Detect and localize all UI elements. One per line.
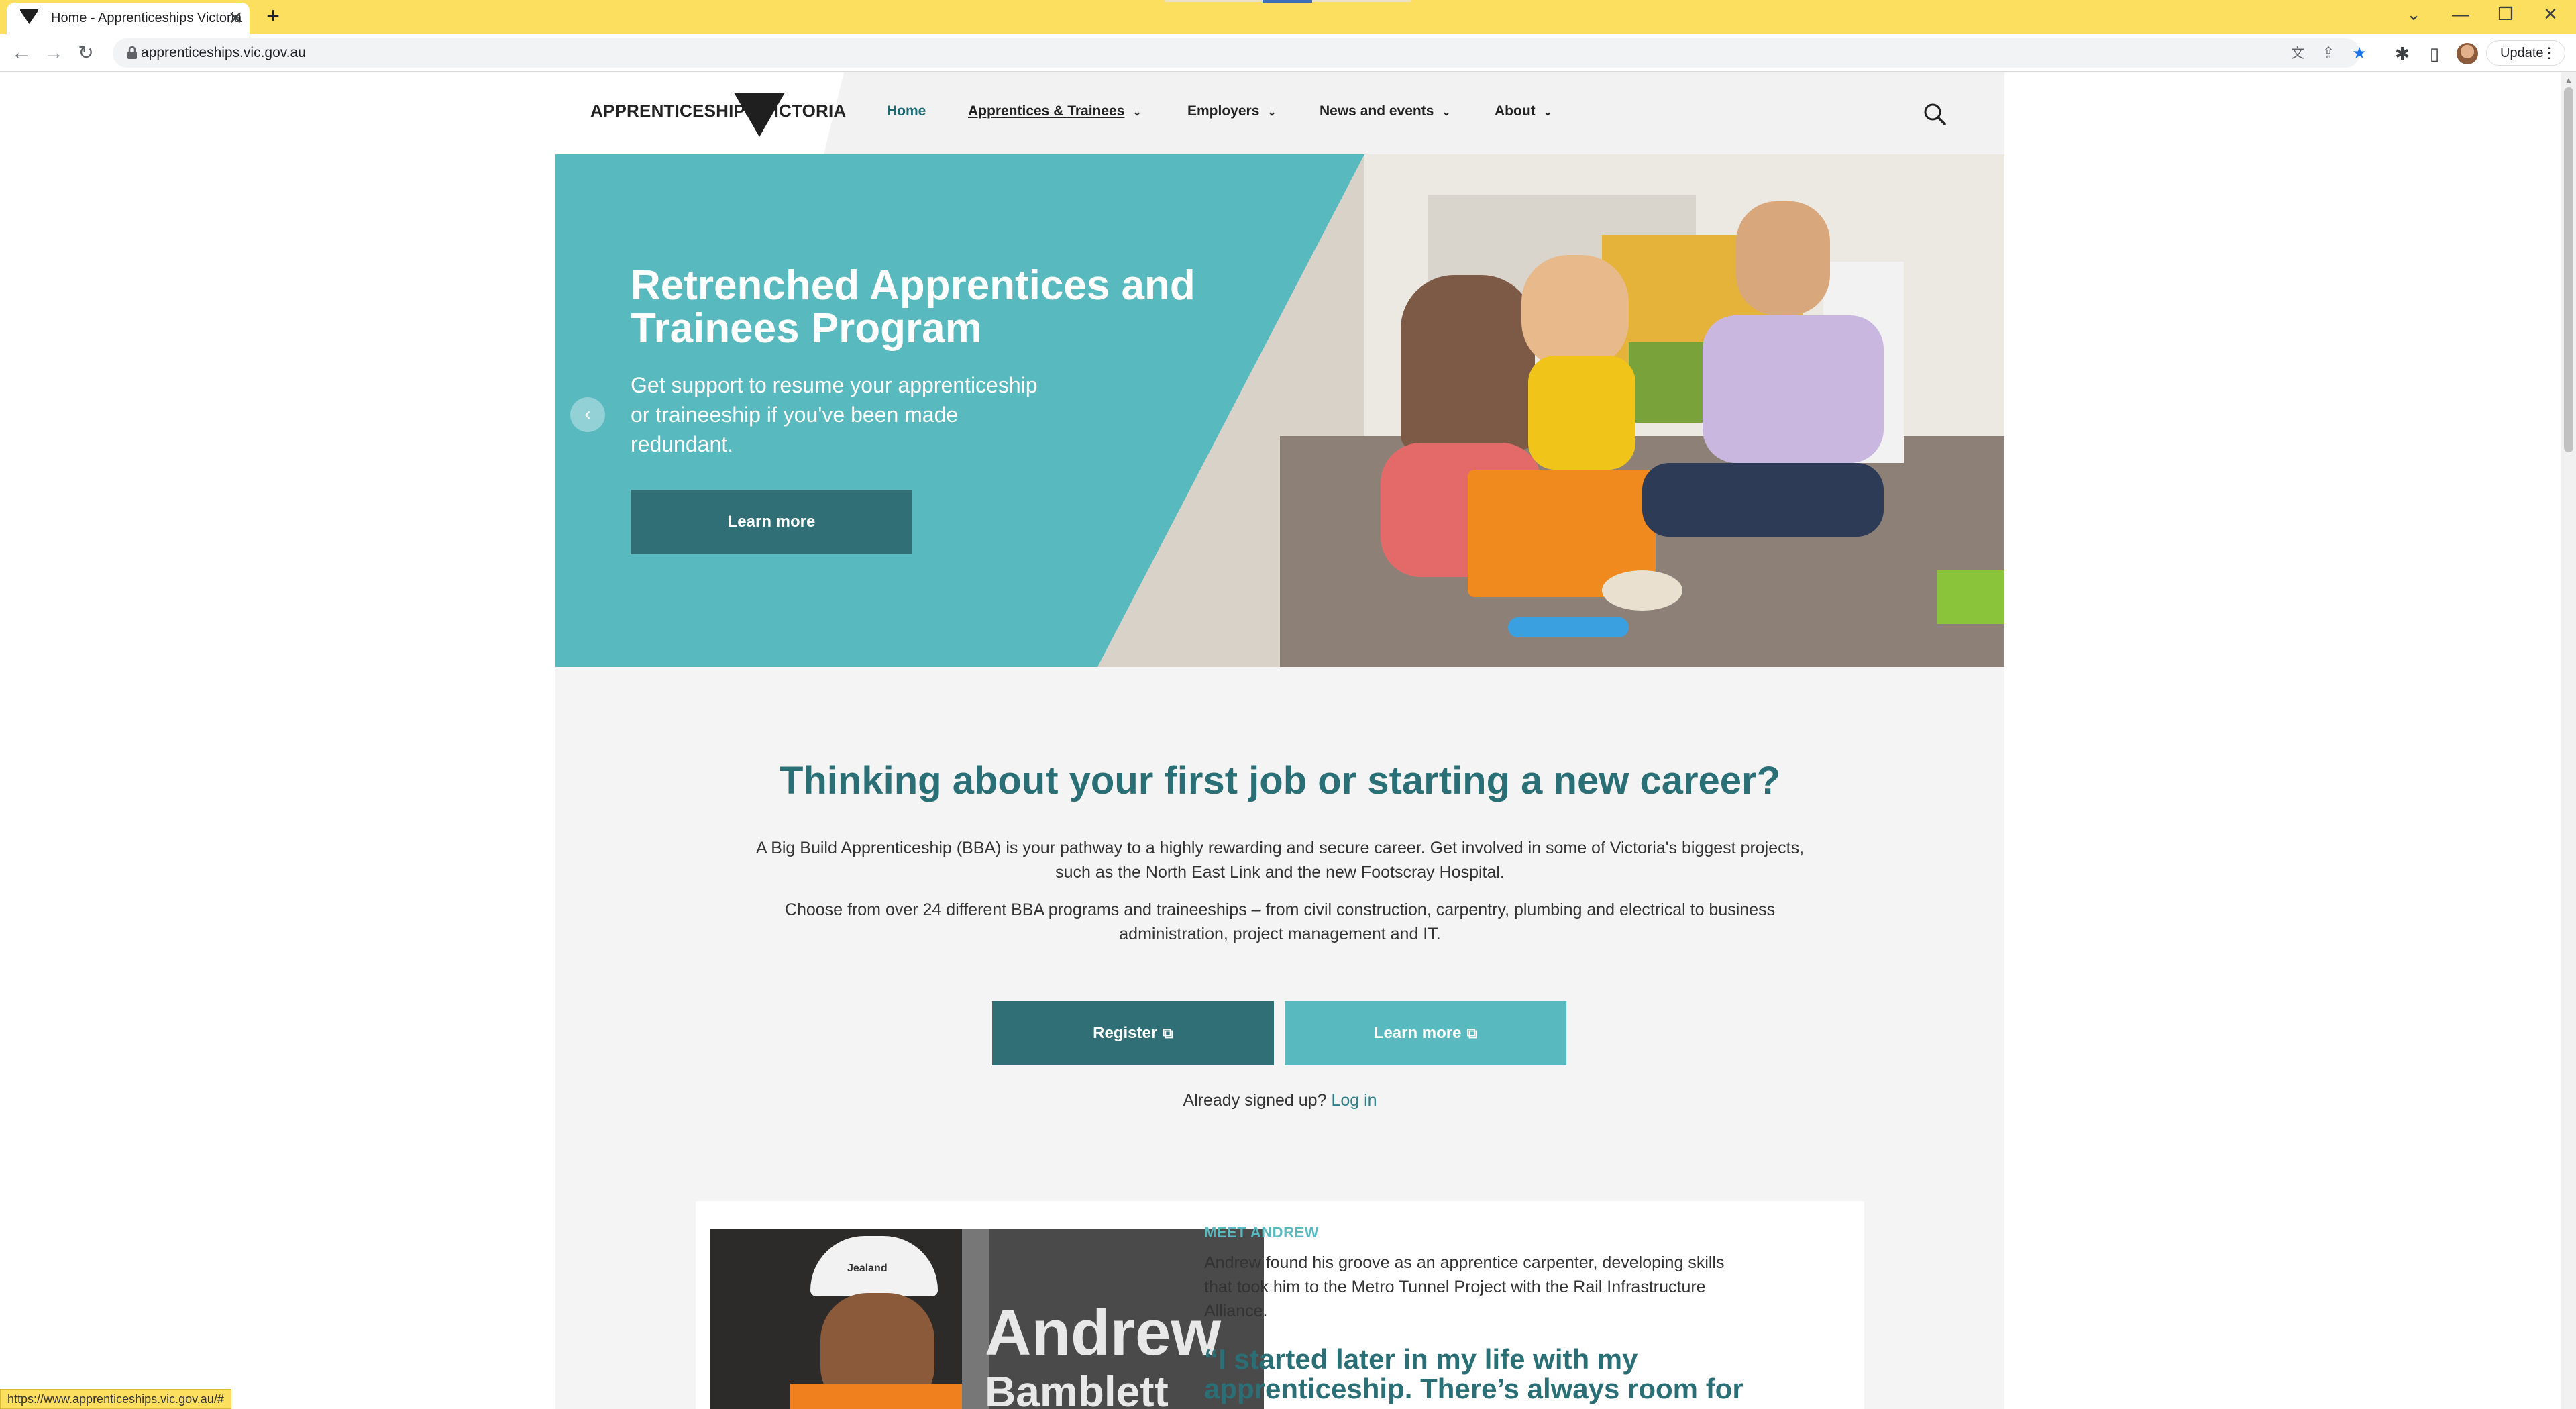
scrollbar-thumb[interactable]: [2564, 87, 2573, 452]
chevron-down-icon: ⌄: [1267, 107, 1277, 118]
nav-news-events[interactable]: News and events ⌄: [1320, 103, 1451, 119]
learn-more-label: Learn more: [1373, 1024, 1462, 1042]
forward-icon[interactable]: →: [40, 40, 67, 66]
scroll-up-icon[interactable]: ▲: [2564, 75, 2573, 85]
hero-subtitle: Get support to resume your apprenticeshi…: [631, 373, 1038, 456]
hero-carousel: ‹ Retrenched Apprentices and Trainees Pr…: [555, 154, 2004, 667]
nav-about[interactable]: About ⌄: [1495, 103, 1552, 119]
hero-learn-more-button[interactable]: Learn more: [631, 490, 912, 554]
victoria-triangle-icon: [734, 93, 785, 137]
site-favicon-icon: [20, 9, 38, 24]
intro-paragraph-2: Choose from over 24 different BBA progra…: [784, 900, 1776, 943]
update-label: Update: [2500, 46, 2544, 60]
nav-about-label: About: [1495, 103, 1536, 119]
lock-icon: [127, 46, 137, 59]
new-tab-button[interactable]: +: [262, 5, 284, 28]
nav-apprentices-label: Apprentices & Trainees: [968, 103, 1125, 119]
tab-title: Home - Apprenticeships Victoria: [51, 11, 242, 25]
menu-icon[interactable]: ⋮: [2542, 41, 2557, 65]
photo-name-last: Bamblett: [985, 1367, 1169, 1409]
url-text: apprenticeships.vic.gov.au: [141, 45, 306, 60]
nav-apprentices-trainees[interactable]: Apprentices & Trainees ⌄: [968, 103, 1142, 119]
story-label: MEET ANDREW: [1204, 1224, 1319, 1241]
browser-toolbar: ← → ↻ apprenticeships.vic.gov.au 文 ⇪ ★ ✱…: [0, 34, 2576, 72]
story-text: Andrew found his groove as an apprentice…: [1204, 1253, 1725, 1320]
nav-home-label: Home: [887, 103, 926, 119]
hero-title: Retrenched Apprentices and Trainees Prog…: [631, 262, 1195, 352]
minimize-button[interactable]: —: [2447, 4, 2474, 25]
signed-up-line: Already signed up? Log in: [555, 1091, 2004, 1110]
chevron-down-icon: ⌄: [1543, 107, 1553, 118]
story-card: Jealand Andrew Bamblett MEET ANDREW Andr…: [696, 1201, 1864, 1409]
restore-button[interactable]: ❐: [2492, 4, 2519, 25]
nav-news-label: News and events: [1320, 103, 1434, 119]
tab-search-icon[interactable]: ⌄: [2400, 4, 2427, 25]
extensions-icon[interactable]: ✱: [2391, 42, 2414, 65]
link-status-bubble: https://www.apprenticeships.vic.gov.au/#: [0, 1389, 231, 1409]
site-logo[interactable]: APPRENTICESHIPS VICTORIA: [590, 87, 846, 138]
external-link-icon: ⧉: [1466, 1025, 1478, 1041]
translate-icon[interactable]: 文: [2288, 44, 2308, 64]
nav-employers[interactable]: Employers ⌄: [1187, 103, 1277, 119]
nav-home[interactable]: Home: [887, 103, 926, 119]
site-container: APPRENTICESHIPS VICTORIA Home Apprentice…: [555, 72, 2004, 1409]
profile-avatar[interactable]: [2457, 43, 2478, 64]
register-label: Register: [1093, 1024, 1158, 1042]
tab-close-icon[interactable]: ✕: [225, 8, 246, 28]
story-quote: “I started later in my life with my appr…: [1204, 1343, 1743, 1404]
bookmark-star-icon[interactable]: ★: [2349, 44, 2369, 64]
tabstrip-indicator-active: [1263, 0, 1312, 3]
reload-icon[interactable]: ↻: [72, 40, 99, 66]
page-scrollbar[interactable]: ▲: [2561, 72, 2576, 1409]
photo-name-first: Andrew: [985, 1297, 1222, 1369]
share-icon[interactable]: ⇪: [2318, 44, 2339, 64]
carousel-prev-button[interactable]: ‹: [570, 397, 605, 432]
back-icon[interactable]: ←: [8, 40, 35, 66]
address-bar[interactable]: apprenticeships.vic.gov.au 文 ⇪ ★: [113, 38, 2367, 68]
andrew-photo: Jealand Andrew Bamblett: [710, 1229, 1264, 1409]
chevron-down-icon: ⌄: [1442, 107, 1451, 118]
register-button[interactable]: Register ⧉: [992, 1001, 1274, 1065]
nav-employers-label: Employers: [1187, 103, 1260, 119]
close-window-button[interactable]: ✕: [2537, 4, 2564, 25]
browser-tab-active[interactable]: Home - Apprenticeships Victoria ✕: [7, 3, 250, 34]
update-button[interactable]: Update ⋮: [2486, 40, 2565, 66]
signed-up-text: Already signed up?: [1183, 1091, 1327, 1110]
intro-paragraph-1: A Big Build Apprenticeship (BBA) is your…: [755, 839, 1805, 882]
logo-text: APPRENTICESHIPS VICTORIA: [590, 101, 847, 121]
site-header: APPRENTICESHIPS VICTORIA Home Apprentice…: [555, 72, 2004, 154]
browser-tabstrip: Home - Apprenticeships Victoria ✕ + ⌄ — …: [0, 0, 2576, 34]
intro-heading: Thinking about your first job or startin…: [779, 759, 1781, 802]
web-page: APPRENTICESHIPS VICTORIA Home Apprentice…: [0, 72, 2576, 1409]
search-icon[interactable]: [1921, 101, 1948, 127]
login-link[interactable]: Log in: [1331, 1091, 1377, 1110]
external-link-icon: ⧉: [1163, 1025, 1173, 1041]
side-panel-icon[interactable]: ▯: [2423, 42, 2446, 65]
helmet-text: Jealand: [847, 1263, 888, 1274]
learn-more-button[interactable]: Learn more ⧉: [1285, 1001, 1566, 1065]
chevron-down-icon: ⌄: [1132, 107, 1142, 118]
